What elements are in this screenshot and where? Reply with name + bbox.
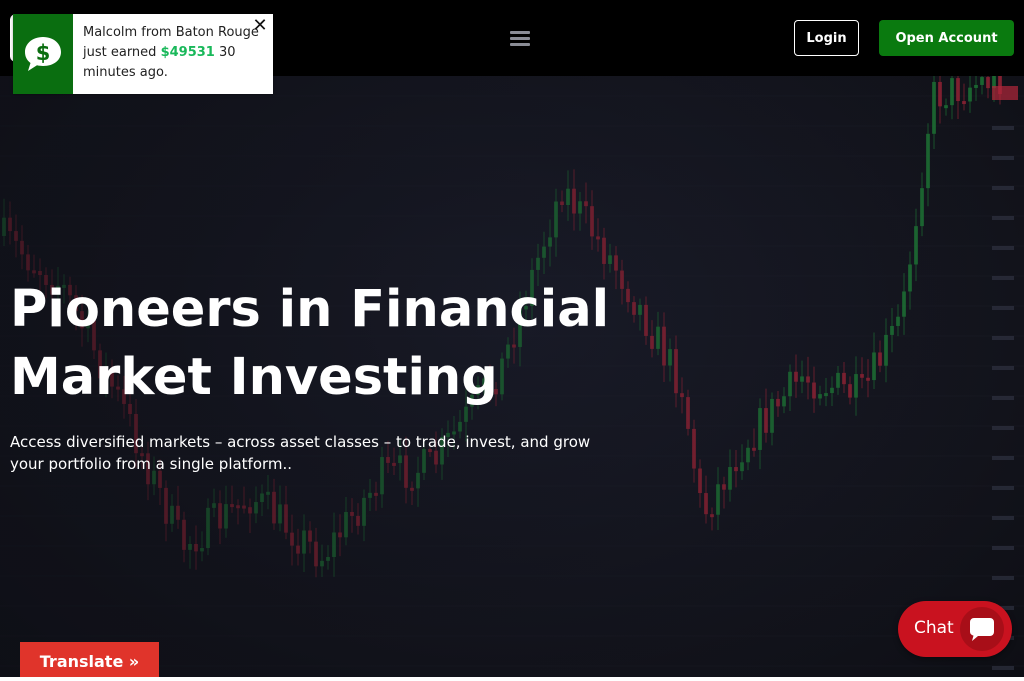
chat-label: Chat [914,618,954,638]
notification-amount: $49531 [160,45,215,60]
close-icon[interactable]: ✕ [252,17,268,35]
login-button[interactable]: Login [794,20,859,56]
translate-button[interactable]: Translate » [20,642,159,681]
hamburger-menu-icon[interactable] [508,28,532,48]
page-bottom-divider [0,677,1024,681]
chat-bubble-icon [960,607,1004,651]
notification-message: Malcolm from Baton Rouge just earned $49… [83,23,263,83]
dollar-speech-bubble-icon: $ [25,37,61,71]
svg-text:$: $ [36,41,51,65]
open-account-button[interactable]: Open Account [879,20,1014,56]
earnings-notification-popup[interactable]: $ Malcolm from Baton Rouge just earned $… [13,14,273,94]
hero-subtitle: Access diversified markets – across asse… [10,433,591,473]
chat-widget-button[interactable]: Chat [898,601,1012,657]
hero-title: Pioneers in Financial Market Investing [10,280,610,407]
notification-icon-container: $ [13,14,73,94]
